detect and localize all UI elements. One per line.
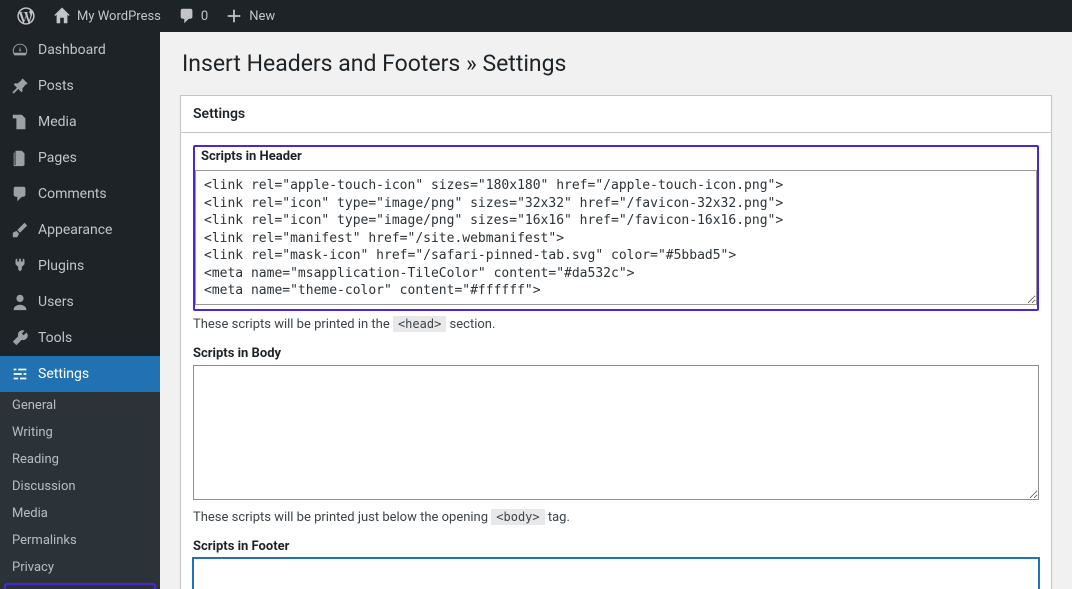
header-scripts-textarea[interactable] [195, 170, 1037, 305]
sidebar-item-label: Media [38, 114, 77, 130]
comment-icon [177, 6, 197, 26]
sidebar-item-label: Tools [38, 330, 72, 346]
sidebar-item-settings[interactable]: Settings [0, 356, 160, 392]
settings-box-title: Settings [181, 96, 1051, 133]
body-scripts-label: Scripts in Body [193, 346, 1039, 361]
media-icon [10, 112, 30, 132]
dashboard-icon [10, 40, 30, 60]
header-scripts-desc: These scripts will be printed in the <he… [193, 317, 1039, 332]
pin-icon [10, 76, 30, 96]
sidebar-item-users[interactable]: Users [0, 284, 160, 320]
sidebar-item-comments[interactable]: Comments [0, 176, 160, 212]
submenu-item-permalinks[interactable]: Permalinks [0, 527, 160, 554]
comments-count: 0 [201, 9, 208, 24]
submenu-item-writing[interactable]: Writing [0, 419, 160, 446]
new-label: New [249, 9, 275, 24]
sidebar-item-label: Plugins [38, 258, 84, 274]
footer-scripts-field: Scripts in Footer [193, 539, 1039, 589]
pages-icon [10, 148, 30, 168]
site-name-label: My WordPress [77, 9, 161, 24]
footer-scripts-label: Scripts in Footer [193, 539, 1039, 554]
wordpress-icon [16, 6, 36, 26]
wp-logo-menu[interactable] [8, 0, 44, 32]
submenu-item-media[interactable]: Media [0, 500, 160, 527]
sidebar-item-pages[interactable]: Pages [0, 140, 160, 176]
body-scripts-desc: These scripts will be printed just below… [193, 510, 1039, 525]
sidebar-item-label: Users [38, 294, 74, 310]
page-title: Insert Headers and Footers » Settings [182, 50, 1052, 77]
header-scripts-field: Scripts in Header These scripts will be … [193, 145, 1039, 332]
sidebar-item-plugins[interactable]: Plugins [0, 248, 160, 284]
home-icon [52, 6, 72, 26]
submenu-item-discussion[interactable]: Discussion [0, 473, 160, 500]
settings-box: Settings Scripts in Header These scripts… [180, 95, 1052, 589]
sidebar-item-label: Posts [38, 78, 74, 94]
sidebar-item-label: Pages [38, 150, 77, 166]
submenu-item-privacy[interactable]: Privacy [0, 554, 160, 581]
user-icon [10, 292, 30, 312]
plus-icon [224, 6, 244, 26]
sidebar-item-label: Settings [38, 366, 89, 382]
plug-icon [10, 256, 30, 276]
sidebar-item-label: Appearance [38, 222, 112, 238]
site-home-link[interactable]: My WordPress [44, 0, 169, 32]
sidebar-item-dashboard[interactable]: Dashboard [0, 32, 160, 68]
sidebar-item-tools[interactable]: Tools [0, 320, 160, 356]
settings-submenu: General Writing Reading Discussion Media… [0, 392, 160, 589]
new-content-link[interactable]: New [216, 0, 283, 32]
sidebar-item-label: Comments [38, 186, 107, 202]
sidebar-item-media[interactable]: Media [0, 104, 160, 140]
sliders-icon [10, 364, 30, 384]
admin-toolbar: My WordPress 0 New [0, 0, 1072, 32]
submenu-item-reading[interactable]: Reading [0, 446, 160, 473]
submenu-item-general[interactable]: General [0, 392, 160, 419]
body-scripts-field: Scripts in Body These scripts will be pr… [193, 346, 1039, 525]
sidebar-item-label: Dashboard [38, 42, 106, 58]
submenu-item-insert-headers-footers[interactable]: Insert Headers and Footers [4, 583, 156, 589]
sidebar-item-posts[interactable]: Posts [0, 68, 160, 104]
brush-icon [10, 220, 30, 240]
wrench-icon [10, 328, 30, 348]
comments-link[interactable]: 0 [169, 0, 216, 32]
body-scripts-textarea[interactable] [193, 365, 1039, 500]
admin-sidebar: Dashboard Posts Media Pages Comments [0, 32, 160, 589]
header-scripts-label: Scripts in Header [195, 147, 1037, 166]
footer-scripts-textarea[interactable] [193, 558, 1039, 589]
comment-icon [10, 184, 30, 204]
content-area: Insert Headers and Footers » Settings Se… [160, 32, 1072, 589]
sidebar-item-appearance[interactable]: Appearance [0, 212, 160, 248]
